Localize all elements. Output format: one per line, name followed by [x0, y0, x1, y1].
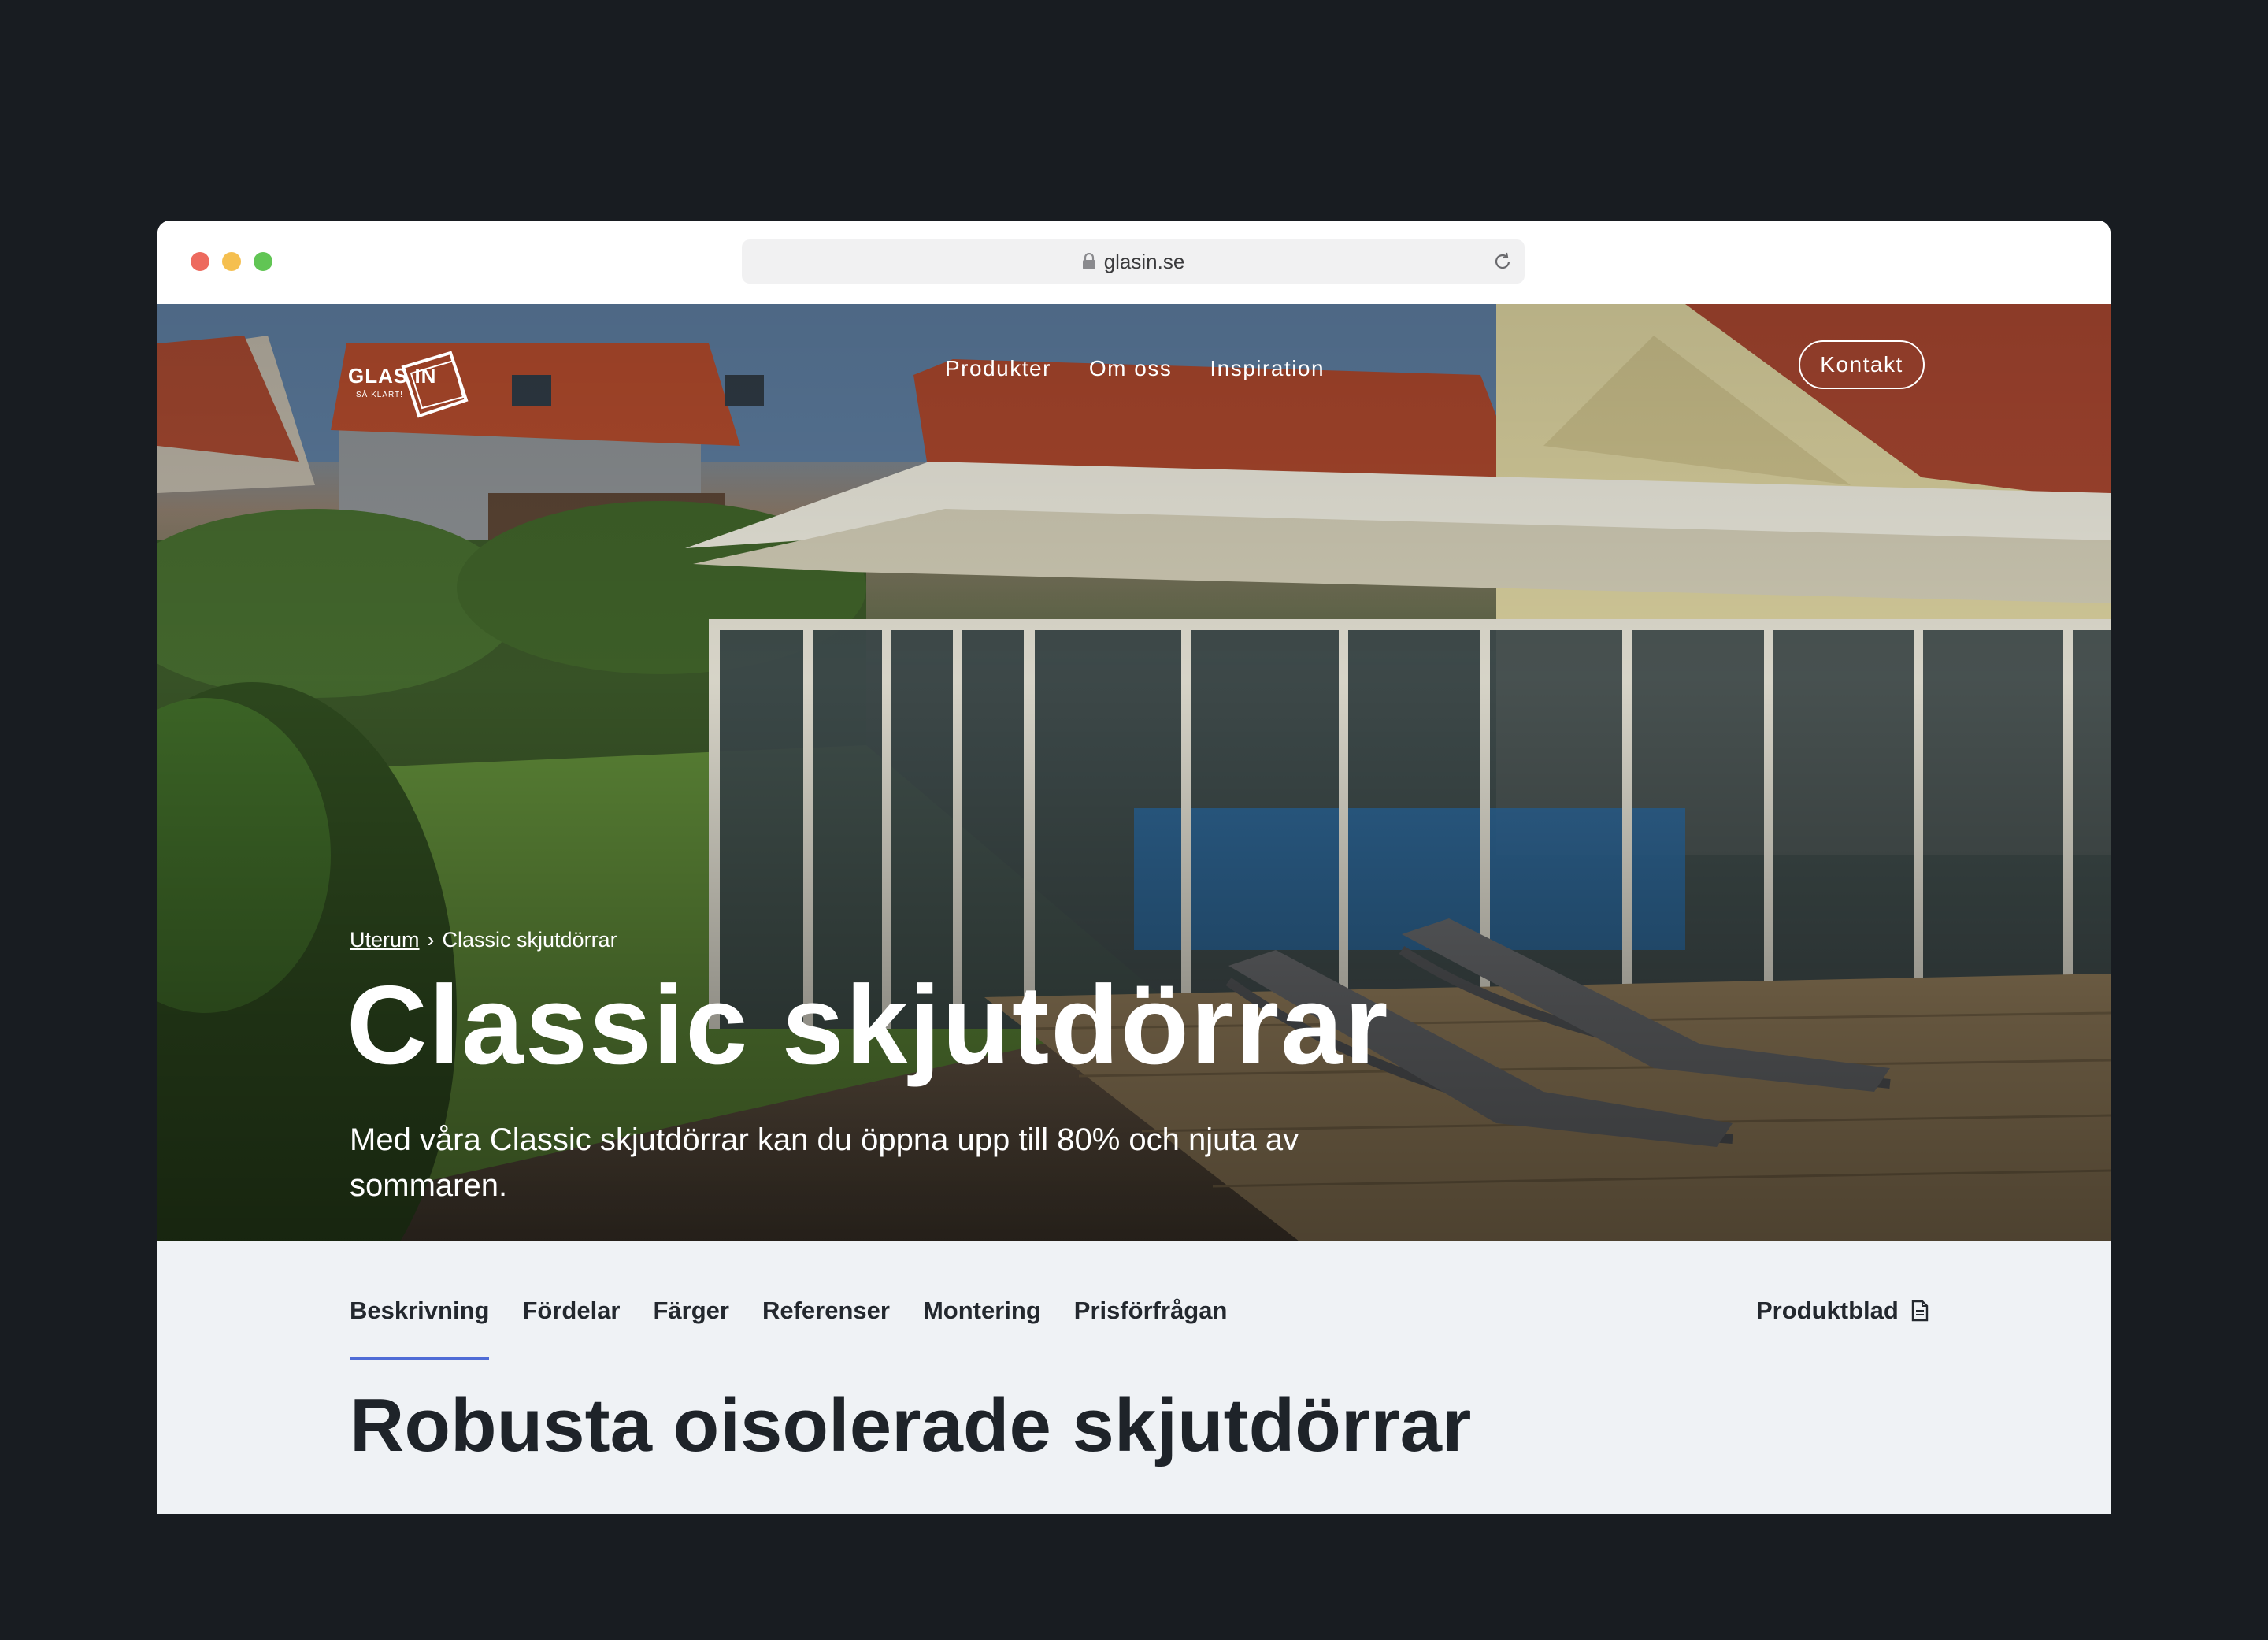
kontakt-button[interactable]: Kontakt	[1799, 340, 1925, 389]
breadcrumb-link-uterum[interactable]: Uterum	[350, 928, 420, 952]
main-nav: Produkter Om oss Inspiration	[945, 356, 1325, 381]
tab-prisforfragan[interactable]: Prisförfrågan	[1074, 1297, 1228, 1360]
tab-beskrivning[interactable]: Beskrivning	[350, 1297, 490, 1360]
lock-icon	[1082, 253, 1095, 269]
tab-montering[interactable]: Montering	[923, 1297, 1041, 1360]
minimize-window-button[interactable]	[222, 252, 241, 271]
browser-titlebar: glasin.se	[158, 221, 2110, 305]
tab-farger[interactable]: Färger	[653, 1297, 728, 1360]
breadcrumb: Uterum › Classic skjutdörrar	[350, 928, 617, 952]
breadcrumb-separator-icon: ›	[427, 928, 435, 952]
browser-window: glasin.se GLAS IN SÅ KLART! Produkter Om…	[158, 221, 2110, 1514]
url-text: glasin.se	[1103, 249, 1185, 273]
reload-icon[interactable]	[1492, 250, 1514, 273]
logo-text: GLAS IN	[348, 364, 437, 388]
tab-referenser[interactable]: Referenser	[762, 1297, 890, 1360]
hero-section: GLAS IN SÅ KLART! Produkter Om oss Inspi…	[158, 304, 2110, 1241]
document-icon	[1911, 1300, 1929, 1322]
nav-item-inspiration[interactable]: Inspiration	[1210, 356, 1325, 381]
section-title: Robusta oisolerade skjutdörrar	[350, 1383, 1472, 1467]
address-bar[interactable]: glasin.se	[742, 239, 1525, 284]
site-logo[interactable]: GLAS IN SÅ KLART!	[345, 328, 479, 418]
page-title: Classic skjutdörrar	[346, 963, 1390, 1088]
logo-tagline: SÅ KLART!	[356, 391, 403, 399]
section-tabs: Beskrivning Fördelar Färger Referenser M…	[350, 1297, 1227, 1360]
close-window-button[interactable]	[191, 252, 209, 271]
content-section: Beskrivning Fördelar Färger Referenser M…	[158, 1241, 2110, 1514]
produktblad-label: Produktblad	[1756, 1297, 1899, 1324]
hero-overlay	[158, 304, 2110, 1241]
produktblad-link[interactable]: Produktblad	[1756, 1297, 1929, 1325]
tab-fordelar[interactable]: Fördelar	[522, 1297, 620, 1360]
nav-item-om-oss[interactable]: Om oss	[1089, 356, 1172, 381]
maximize-window-button[interactable]	[254, 252, 272, 271]
breadcrumb-current: Classic skjutdörrar	[442, 928, 617, 952]
nav-item-produkter[interactable]: Produkter	[945, 356, 1051, 381]
hero-subtitle: Med våra Classic skjutdörrar kan du öppn…	[350, 1122, 1299, 1203]
